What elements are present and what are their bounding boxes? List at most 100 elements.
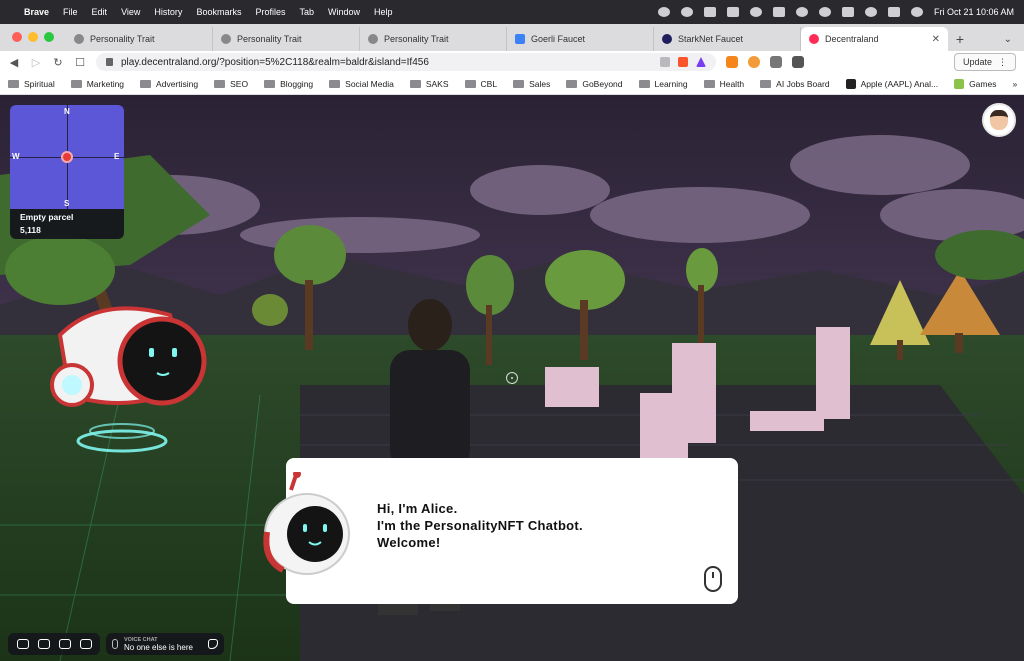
menu-bookmarks[interactable]: Bookmarks [196, 7, 241, 17]
bookmark-folder-seo[interactable]: SEO [214, 79, 248, 89]
menu-tab[interactable]: Tab [299, 7, 314, 17]
dialog-text: Hi, I'm Alice. I'm the PersonalityNFT Ch… [377, 500, 583, 551]
status-app-icon[interactable] [657, 7, 670, 17]
menu-app-name[interactable]: Brave [24, 7, 49, 17]
clock-icon[interactable] [818, 7, 831, 17]
profile-avatar-button[interactable] [982, 103, 1016, 137]
extensions-puzzle-icon[interactable] [770, 56, 782, 68]
update-label: Update [962, 57, 992, 67]
new-tab-button[interactable]: + [948, 27, 972, 51]
call-icon[interactable] [208, 639, 218, 649]
menu-history[interactable]: History [154, 7, 182, 17]
bookmark-folder-gobeyond[interactable]: GoBeyond [566, 79, 623, 89]
status-app-icon-5[interactable] [772, 7, 785, 17]
control-center-icon[interactable] [887, 7, 900, 17]
bookmark-label: Games [969, 78, 997, 89]
bookmark-folder-blogging[interactable]: Blogging [264, 79, 313, 89]
microphone-icon[interactable] [112, 639, 118, 649]
decentraland-scene[interactable]: N S E W Empty parcel 5,118 Hi, I'm Alice… [0, 95, 1024, 661]
extension-icon[interactable] [748, 56, 760, 68]
folder-icon [140, 79, 152, 88]
status-app-icon-4[interactable] [749, 7, 762, 17]
status-app-icon-6[interactable] [795, 7, 808, 17]
status-app-icon-2[interactable] [703, 7, 716, 17]
battery-icon[interactable] [841, 7, 854, 17]
grammarly-icon[interactable] [680, 7, 693, 17]
emote-icon[interactable] [58, 639, 71, 649]
back-button[interactable]: ◀ [8, 56, 20, 69]
games-favicon-icon [954, 78, 965, 89]
menu-profiles[interactable]: Profiles [255, 7, 285, 17]
permissions-icon[interactable] [660, 57, 670, 67]
bookmark-label: Marketing [86, 78, 125, 89]
bookmark-page-icon[interactable]: ☐ [74, 56, 86, 69]
browser-tabbar: Personality Trait Personality Trait Pers… [0, 24, 1024, 51]
status-app-icon-3[interactable] [726, 7, 739, 17]
bookmark-games[interactable]: Games [954, 78, 997, 89]
bookmark-folder-learning[interactable]: Learning [638, 79, 688, 89]
macos-menubar: Brave File Edit View History Bookmarks P… [0, 0, 1024, 24]
zoom-window-button[interactable] [44, 32, 54, 42]
tab-list-chevron-icon[interactable]: ⌄ [1004, 34, 1024, 51]
menu-file[interactable]: File [63, 7, 78, 17]
menu-view[interactable]: View [121, 7, 140, 17]
bookmark-folder-cbl[interactable]: CBL [464, 79, 497, 89]
headphones-icon[interactable] [79, 639, 92, 649]
metamask-icon[interactable] [726, 56, 738, 68]
bookmark-folder-ai-jobs-board[interactable]: AI Jobs Board [760, 78, 830, 89]
tab-personality-trait-3[interactable]: Personality Trait [360, 27, 507, 51]
menu-help[interactable]: Help [374, 7, 393, 17]
tab-personality-trait-2[interactable]: Personality Trait [213, 27, 360, 51]
close-window-button[interactable] [12, 32, 22, 42]
bookmark-label: Blogging [280, 78, 314, 89]
player-location-marker [61, 151, 73, 163]
address-url[interactable]: play.decentraland.org/?position=5%2C118&… [121, 57, 429, 68]
wifi-icon[interactable] [864, 7, 877, 17]
friends-icon[interactable] [37, 639, 50, 649]
voice-chat-status: No one else is here [124, 642, 193, 652]
forward-button[interactable]: ▷ [30, 56, 42, 69]
menu-window[interactable]: Window [328, 7, 360, 17]
menu-edit[interactable]: Edit [92, 7, 108, 17]
bookmark-folder-saks[interactable]: SAKS [409, 79, 449, 89]
brave-shields-icon[interactable] [678, 57, 688, 67]
tab-personality-trait-1[interactable]: Personality Trait [66, 27, 213, 51]
wallet-icon[interactable] [792, 56, 804, 68]
bookmark-folder-sales[interactable]: Sales [513, 79, 550, 89]
reload-button[interactable]: ↻ [52, 56, 64, 69]
dialog-line-2: I'm the PersonalityNFT Chatbot. [377, 518, 583, 533]
siri-icon[interactable] [910, 7, 923, 17]
dialog-line-1: Hi, I'm Alice. [377, 501, 458, 516]
tab-label: Personality Trait [237, 34, 302, 44]
bookmark-label: Health [719, 78, 745, 89]
folder-icon [70, 79, 82, 88]
bookmark-label: AI Jobs Board [776, 78, 830, 89]
bookmark-folder-spiritual[interactable]: Spiritual [8, 79, 55, 89]
brave-rewards-icon[interactable] [696, 57, 706, 67]
bookmark-folder-marketing[interactable]: Marketing [70, 78, 125, 89]
tab-starknet-faucet[interactable]: StarkNet Faucet [654, 27, 801, 51]
folder-icon [8, 79, 19, 88]
mouse-click-icon[interactable] [704, 566, 722, 592]
tab-goerli-faucet[interactable]: Goerli Faucet [507, 27, 654, 51]
lock-icon[interactable] [106, 58, 113, 66]
bookmark-folder-social-media[interactable]: Social Media [329, 79, 394, 89]
voice-chat-panel[interactable]: VOICE CHAT No one else is here [106, 633, 224, 655]
tab-decentraland[interactable]: Decentraland ✕ [801, 27, 948, 51]
folder-icon [566, 79, 578, 88]
bookmarks-overflow-icon[interactable]: » [1012, 79, 1017, 89]
tab-label: Personality Trait [90, 34, 155, 44]
bookmark-apple-aapl[interactable]: Apple (AAPL) Anal... [845, 78, 938, 89]
menubar-datetime[interactable]: Fri Oct 21 10:06 AM [934, 7, 1014, 17]
bookmark-folder-health[interactable]: Health [703, 78, 745, 89]
chat-icon[interactable] [16, 639, 29, 649]
close-tab-icon[interactable]: ✕ [932, 34, 940, 45]
minimize-window-button[interactable] [28, 32, 38, 42]
compass-west: W [12, 152, 20, 161]
bookmark-label: Social Media [345, 78, 394, 89]
globe-icon [368, 34, 378, 44]
minimap[interactable]: N S E W Empty parcel 5,118 [10, 105, 124, 239]
address-bar[interactable]: play.decentraland.org/?position=5%2C118&… [96, 53, 716, 71]
update-button[interactable]: Update ⋮ [953, 53, 1016, 71]
bookmark-folder-advertising[interactable]: Advertising [140, 79, 198, 89]
